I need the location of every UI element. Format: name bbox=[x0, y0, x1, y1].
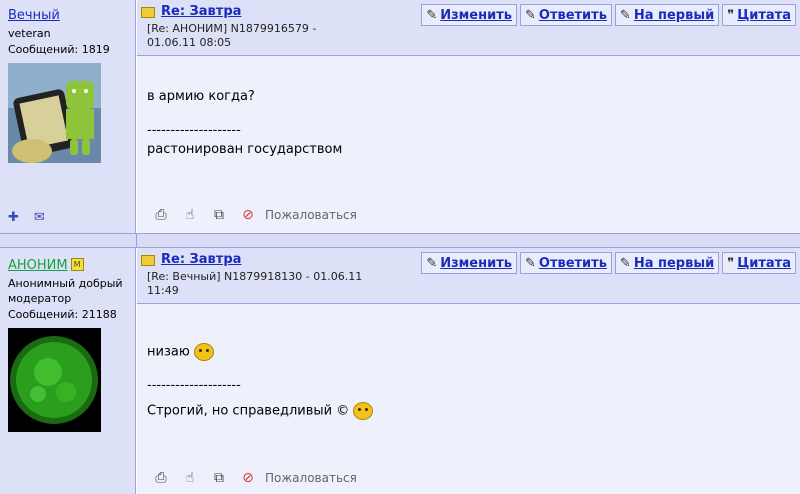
post-content: Re: Завтра [Re: АНОНИМ] N1879916579 - 01… bbox=[137, 0, 800, 233]
edit-button[interactable]: ✎ Изменить bbox=[421, 252, 517, 274]
reply-button[interactable]: ✎ Ответить bbox=[519, 4, 612, 26]
report-link[interactable]: Пожаловаться bbox=[265, 471, 357, 485]
post-footer: ⎙ ☝ ⧉ ⊘ Пожаловаться bbox=[151, 207, 357, 223]
reply-icon: ✎ bbox=[524, 255, 536, 271]
pencil-icon: ✎ bbox=[426, 255, 438, 271]
quote-label: Цитата bbox=[737, 255, 791, 271]
post-header: Re: Завтра [Re: Вечный] N1879918130 - 01… bbox=[137, 248, 800, 304]
hand-icon[interactable]: ☝ bbox=[180, 470, 200, 486]
post-meta: [Re: Вечный] N1879918130 - 01.06.11 11:4… bbox=[147, 270, 363, 297]
post-body-line: в армию когда? bbox=[147, 89, 255, 104]
pencil-icon: ✎ bbox=[619, 255, 631, 271]
email-icon[interactable]: ✉ bbox=[34, 211, 50, 225]
printer-icon[interactable]: ⎙ bbox=[151, 470, 171, 486]
author-rank: veteran bbox=[8, 27, 51, 40]
post-body-text: Строгий, но справедливый © bbox=[147, 403, 350, 419]
reply-icon: ✎ bbox=[524, 7, 536, 23]
smiley-icon bbox=[193, 343, 214, 361]
post-actions: ✎ Изменить ✎ Ответить ✎ На первый ❞ Цитата bbox=[421, 252, 796, 274]
reply-button[interactable]: ✎ Ответить bbox=[519, 252, 612, 274]
author-panel: АНОНИМ M Анонимный добрый модератор Сообщ… bbox=[0, 248, 136, 494]
post-body-line: низаю bbox=[147, 343, 214, 361]
avatar bbox=[8, 328, 101, 432]
quote-icon: ❞ bbox=[727, 7, 735, 23]
pencil-icon: ✎ bbox=[619, 7, 631, 23]
post-1: Вечный veteran Сообщений: 1819 ✚ ✉ Re: З… bbox=[0, 0, 800, 233]
post-2: АНОНИМ M Анонимный добрый модератор Сообщ… bbox=[0, 248, 800, 494]
book-icon bbox=[141, 7, 155, 18]
post-body-line: -------------------- bbox=[147, 123, 241, 138]
first-button[interactable]: ✎ На первый bbox=[614, 252, 720, 274]
quote-icon: ❞ bbox=[727, 255, 735, 271]
post-body-text: низаю bbox=[147, 344, 190, 360]
avatar bbox=[8, 63, 101, 163]
first-label: На первый bbox=[633, 7, 715, 23]
author-rank-line2: модератор bbox=[8, 292, 72, 305]
report-link[interactable]: Пожаловаться bbox=[265, 208, 357, 222]
author-name[interactable]: АНОНИМ M bbox=[8, 258, 84, 273]
reply-label: Ответить bbox=[538, 7, 607, 23]
post-actions: ✎ Изменить ✎ Ответить ✎ На первый ❞ Цитата bbox=[421, 4, 796, 26]
post-body-line: Строгий, но справедливый © bbox=[147, 402, 374, 420]
quote-button[interactable]: ❞ Цитата bbox=[722, 4, 796, 26]
edit-button[interactable]: ✎ Изменить bbox=[421, 4, 517, 26]
author-name-text[interactable]: АНОНИМ bbox=[8, 258, 68, 273]
post-title[interactable]: Re: Завтра bbox=[161, 252, 241, 267]
first-label: На первый bbox=[633, 255, 715, 271]
post-title[interactable]: Re: Завтра bbox=[161, 4, 241, 19]
edit-label: Изменить bbox=[440, 255, 512, 271]
report-icon[interactable]: ⊘ bbox=[238, 207, 258, 223]
printer-icon[interactable]: ⎙ bbox=[151, 207, 171, 223]
report-icon[interactable]: ⊘ bbox=[238, 470, 258, 486]
reply-label: Ответить bbox=[538, 255, 607, 271]
edit-label: Изменить bbox=[440, 7, 512, 23]
post-separator bbox=[0, 233, 800, 248]
quote-button[interactable]: ❞ Цитата bbox=[722, 252, 796, 274]
post-footer: ⎙ ☝ ⧉ ⊘ Пожаловаться bbox=[151, 470, 357, 486]
post-meta: [Re: АНОНИМ] N1879916579 - 01.06.11 08:0… bbox=[147, 22, 317, 49]
book-icon bbox=[141, 255, 155, 266]
forward-icon[interactable]: ⧉ bbox=[209, 207, 229, 223]
quote-label: Цитата bbox=[737, 7, 791, 23]
pencil-icon: ✎ bbox=[426, 7, 438, 23]
forward-icon[interactable]: ⧉ bbox=[209, 470, 229, 486]
first-button[interactable]: ✎ На первый bbox=[614, 4, 720, 26]
author-messages: Сообщений: 1819 bbox=[8, 43, 110, 56]
post-header: Re: Завтра [Re: АНОНИМ] N1879916579 - 01… bbox=[137, 0, 800, 56]
post-body-line: -------------------- bbox=[147, 378, 241, 393]
author-rank: Анонимный добрый bbox=[8, 277, 123, 290]
author-name[interactable]: Вечный bbox=[8, 8, 60, 23]
author-actions: ✚ ✉ bbox=[8, 210, 56, 225]
author-panel: Вечный veteran Сообщений: 1819 ✚ ✉ bbox=[0, 0, 136, 233]
post-body-line: растонирован государством bbox=[147, 142, 343, 157]
moderator-badge: M bbox=[70, 258, 84, 271]
author-messages: Сообщений: 21188 bbox=[8, 308, 117, 321]
post-content: Re: Завтра [Re: Вечный] N1879918130 - 01… bbox=[137, 248, 800, 494]
grin-icon bbox=[353, 402, 374, 420]
hand-icon[interactable]: ☝ bbox=[180, 207, 200, 223]
add-user-icon[interactable]: ✚ bbox=[8, 211, 24, 225]
